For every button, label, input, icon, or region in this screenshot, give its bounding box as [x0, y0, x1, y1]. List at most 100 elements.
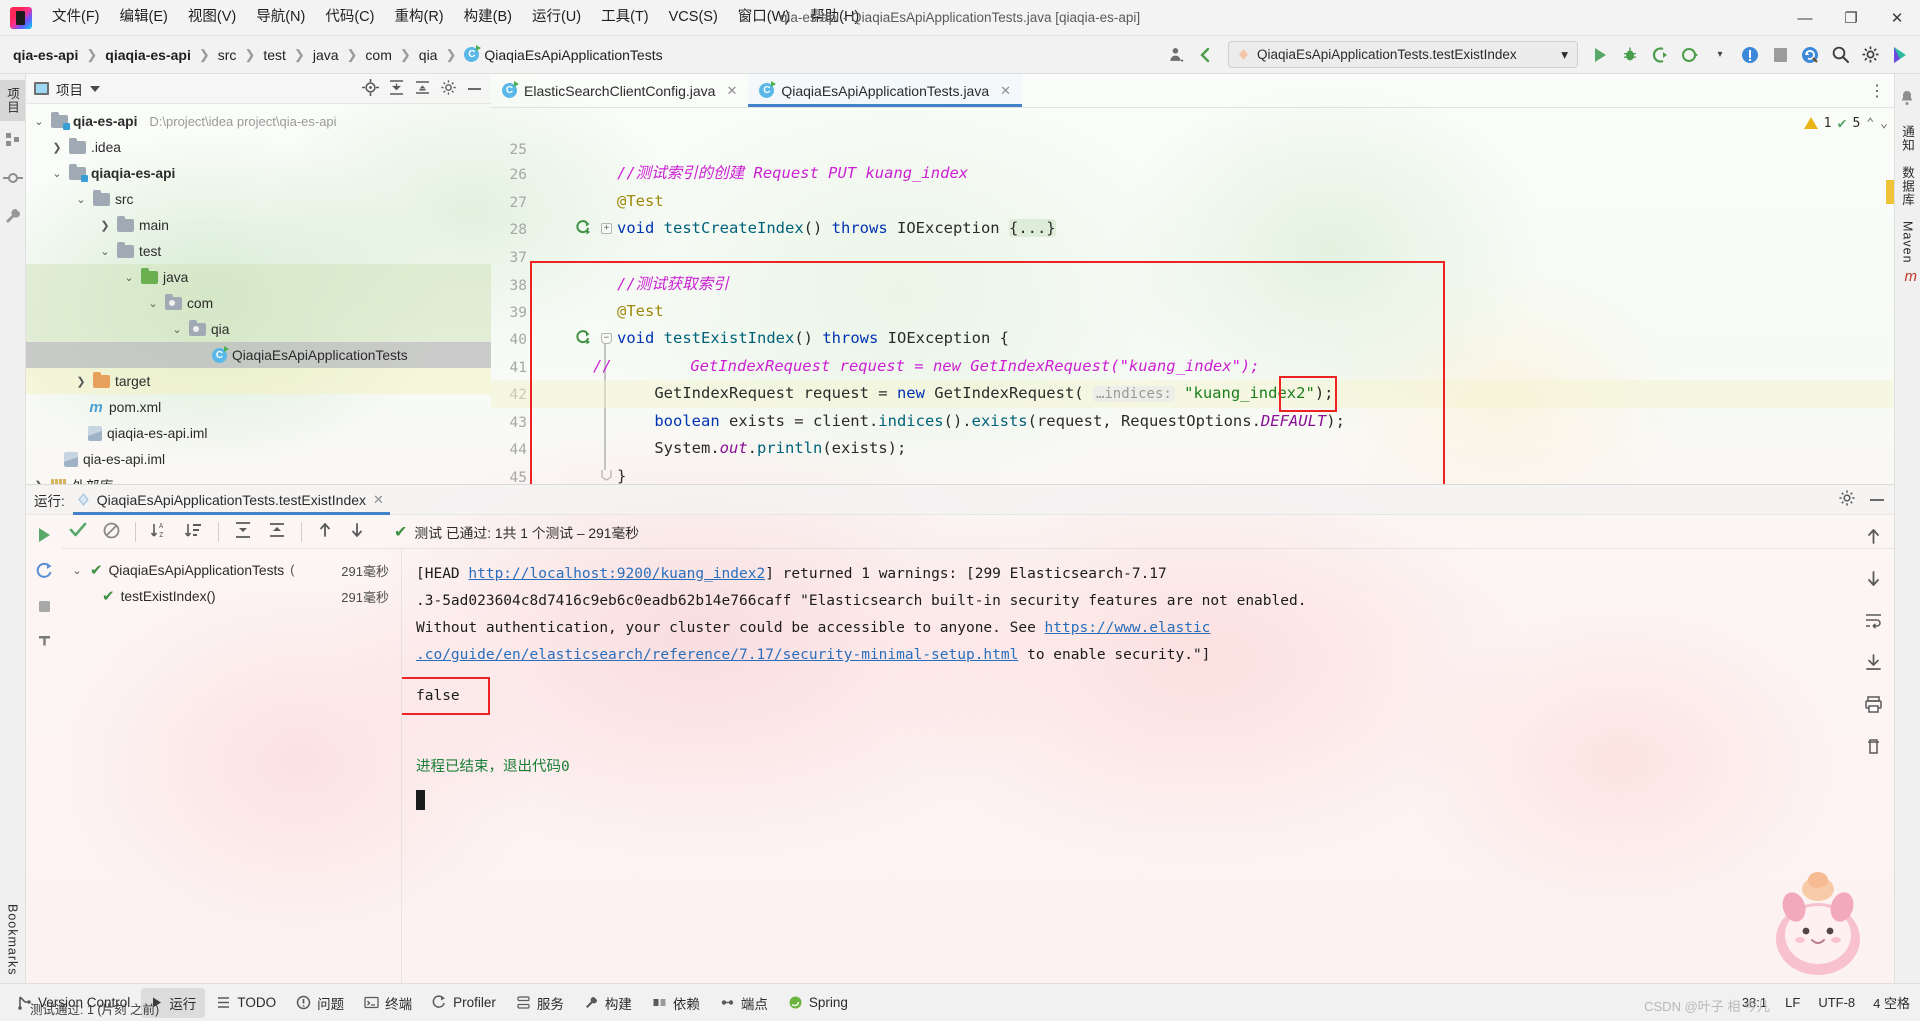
hide-panel-icon[interactable] — [466, 81, 483, 96]
run-button[interactable] — [1586, 41, 1614, 69]
tree-node-external-libraries[interactable]: ❯ 外部库 — [26, 472, 491, 484]
status-tab-profiler[interactable]: Profiler — [423, 990, 505, 1015]
test-tree-method[interactable]: ✔ testExistIndex() 291毫秒 — [62, 583, 401, 609]
expand-all-icon[interactable] — [388, 79, 405, 99]
hide-panel-icon[interactable] — [1868, 492, 1886, 507]
tree-node-com[interactable]: ⌄ com — [26, 290, 491, 316]
test-tree-root[interactable]: ⌄ ✔ QiaqiaEsApiApplicationTests ( 291毫秒 — [62, 557, 401, 583]
commit-icon[interactable] — [2, 168, 23, 188]
breadcrumb-item-src[interactable]: src — [213, 44, 242, 66]
breadcrumb-item-project[interactable]: qia-es-api — [8, 44, 83, 66]
tree-node-java[interactable]: ⌄ java — [26, 264, 491, 290]
tree-node-test-class[interactable]: C QiaqiaEsApiApplicationTests — [26, 342, 491, 368]
tree-node-idea[interactable]: ❯ .idea — [26, 134, 491, 160]
structure-icon[interactable] — [3, 130, 23, 150]
tree-node-qiaqia-es-api[interactable]: ⌄ qiaqia-es-api — [26, 160, 491, 186]
run-tab-active[interactable]: QiaqiaEsApiApplicationTests.testExistInd… — [72, 484, 391, 515]
fold-collapse-icon[interactable]: − — [601, 333, 612, 344]
settings-gear-icon[interactable] — [1856, 41, 1884, 69]
tree-node-main[interactable]: ❯ main — [26, 212, 491, 238]
menu-refactor[interactable]: 重构(R) — [384, 4, 453, 31]
code-editor[interactable]: 1 ✔ 5 ⌃ ⌄ 25 26 27 28 37 38 39 40 41 42 … — [491, 108, 1894, 484]
rerun-icon[interactable] — [34, 525, 54, 548]
chevron-down-icon[interactable]: ⌄ — [50, 167, 64, 180]
tree-node-qia[interactable]: ⌄ qia — [26, 316, 491, 342]
run-configuration-selector[interactable]: QiaqiaEsApiApplicationTests.testExistInd… — [1228, 41, 1578, 68]
status-tab-build[interactable]: 构建 — [575, 988, 641, 1018]
chevron-down-icon[interactable]: ⌄ — [146, 297, 160, 310]
inspect-code-icon[interactable] — [1736, 41, 1764, 69]
rail-bookmarks-tab[interactable]: Bookmarks — [3, 897, 23, 983]
editor-gutter[interactable]: 25 26 27 28 37 38 39 40 41 42 43 44 45 4… — [491, 108, 612, 484]
prev-test-icon[interactable] — [316, 521, 334, 542]
print-icon[interactable] — [1864, 695, 1883, 717]
sort-alphabetically-icon[interactable]: AZ — [150, 520, 170, 543]
status-tab-spring[interactable]: Spring — [779, 990, 857, 1015]
menu-help[interactable]: 帮助(H) — [800, 4, 869, 31]
debug-button[interactable] — [1616, 41, 1644, 69]
sort-by-duration-icon[interactable] — [184, 520, 204, 543]
line-separator[interactable]: LF — [1785, 995, 1800, 1010]
menu-file[interactable]: 文件(F) — [42, 4, 110, 31]
tree-node-qia-es-api[interactable]: ⌄ qia-es-api D:\project\idea project\qia… — [26, 108, 491, 134]
run-settings-icon[interactable] — [1838, 489, 1856, 510]
close-icon[interactable]: ✕ — [373, 492, 384, 508]
notifications-icon[interactable] — [1898, 89, 1918, 109]
menu-build[interactable]: 构建(B) — [454, 4, 522, 31]
close-icon[interactable]: ✕ — [1000, 83, 1011, 99]
chevron-down-icon[interactable]: ▾ — [1706, 41, 1734, 69]
breadcrumb-item-test[interactable]: test — [258, 44, 291, 66]
stop-icon[interactable] — [36, 598, 53, 618]
menu-view[interactable]: 视图(V) — [178, 4, 246, 31]
console-output[interactable]: [HEAD http://localhost:9200/kuang_index2… — [402, 549, 1894, 983]
menu-window[interactable]: 窗口(W) — [728, 4, 800, 31]
user-account-icon[interactable] — [1162, 41, 1190, 69]
menu-vcs[interactable]: VCS(S) — [659, 4, 728, 31]
status-tab-services[interactable]: 服务 — [507, 988, 573, 1018]
project-settings-icon[interactable] — [440, 79, 457, 99]
project-tree[interactable]: ⌄ qia-es-api D:\project\idea project\qia… — [26, 104, 491, 484]
rail-project-tab[interactable]: 项目 — [0, 80, 25, 121]
search-everywhere-icon[interactable] — [1826, 41, 1854, 69]
collapse-all-icon[interactable] — [414, 79, 431, 99]
show-ignored-icon[interactable] — [102, 521, 121, 543]
pin-icon[interactable] — [36, 632, 53, 652]
status-tab-problems[interactable]: 问题 — [287, 988, 353, 1018]
breadcrumb-item-qia[interactable]: qia — [414, 44, 443, 66]
chevron-down-icon[interactable]: ⌄ — [70, 564, 84, 577]
rail-maven-tab[interactable]: Maven — [1898, 214, 1918, 271]
menu-tools[interactable]: 工具(T) — [591, 4, 659, 31]
back-arrow-icon[interactable] — [1192, 41, 1220, 69]
console-url-link[interactable]: http://localhost:9200/kuang_index2 — [468, 566, 765, 582]
breadcrumb-item-module[interactable]: qiaqia-es-api — [100, 44, 196, 66]
chevron-right-icon[interactable]: ❯ — [98, 219, 112, 232]
build-icon[interactable] — [3, 206, 23, 226]
menu-run[interactable]: 运行(U) — [522, 4, 591, 31]
update-project-icon[interactable] — [1796, 41, 1824, 69]
scroll-down-icon[interactable] — [1864, 569, 1883, 591]
more-options-icon[interactable]: ⋮ — [1869, 81, 1886, 101]
collapse-all-icon[interactable] — [267, 520, 287, 543]
locate-file-icon[interactable] — [362, 78, 379, 99]
chevron-right-icon[interactable]: ❯ — [74, 375, 88, 388]
tab-elasticsearch-client-config[interactable]: C ElasticSearchClientConfig.java ✕ — [491, 74, 748, 107]
chevron-down-icon[interactable]: ⌄ — [74, 193, 88, 206]
chevron-down-icon[interactable]: ⌄ — [32, 115, 46, 128]
chevron-down-icon[interactable]: ⌄ — [98, 245, 112, 258]
breadcrumb-item-class[interactable]: C QiaqiaEsApiApplicationTests — [459, 44, 667, 66]
scroll-to-end-icon[interactable] — [1864, 653, 1883, 675]
scroll-up-icon[interactable] — [1864, 527, 1883, 549]
console-doc-link[interactable]: https://www.elastic — [1045, 620, 1211, 636]
tree-node-module-iml[interactable]: qiaqia-es-api.iml — [26, 420, 491, 446]
rail-database-tab[interactable]: 数据库 — [1895, 159, 1920, 214]
status-tab-endpoints[interactable]: 端点 — [711, 988, 777, 1018]
run-test-gutter-icon[interactable] — [575, 220, 592, 237]
file-encoding[interactable]: UTF-8 — [1818, 995, 1855, 1010]
rerun-failed-icon[interactable] — [35, 562, 54, 584]
menu-navigate[interactable]: 导航(N) — [246, 4, 315, 31]
run-test-gutter-icon[interactable] — [575, 330, 592, 347]
status-tab-terminal[interactable]: 终端 — [355, 988, 421, 1018]
menu-edit[interactable]: 编辑(E) — [110, 4, 178, 31]
breadcrumb-item-java[interactable]: java — [308, 44, 344, 66]
minimize-button[interactable]: — — [1782, 0, 1828, 36]
